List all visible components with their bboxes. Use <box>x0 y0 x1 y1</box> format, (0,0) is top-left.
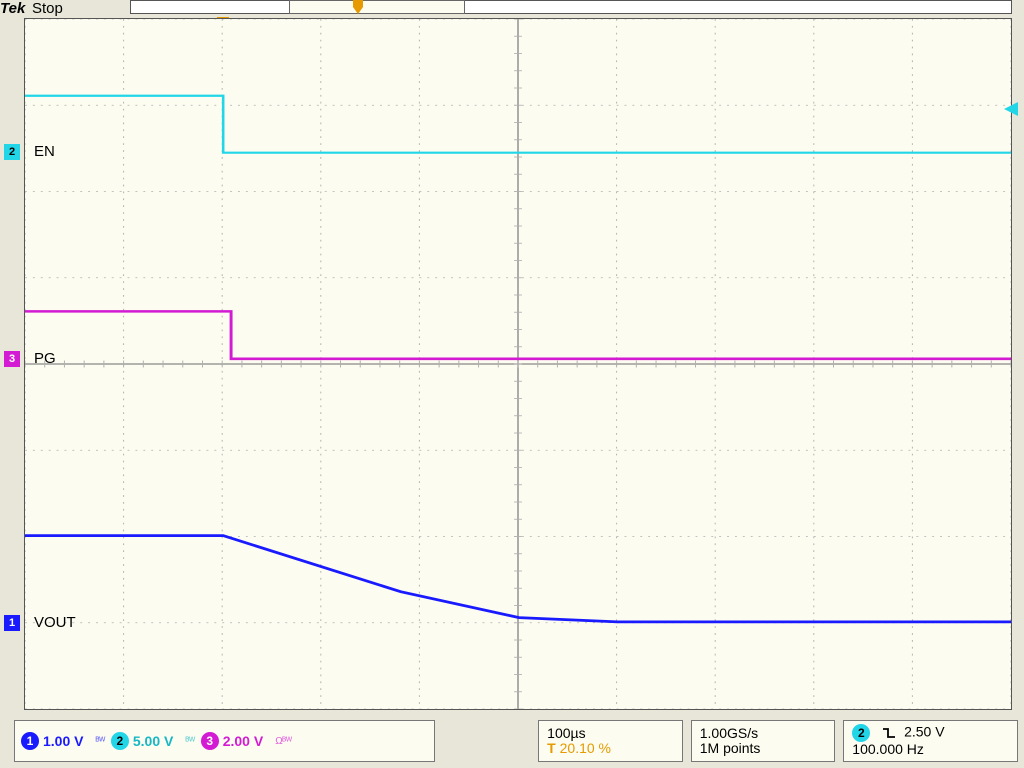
channel-marker-ch3: 3 <box>4 351 20 367</box>
top-bar: Tek Stop <box>0 0 1024 20</box>
scale-ch1: 1.00 V <box>43 733 83 749</box>
scale-ch2: 5.00 V <box>133 733 173 749</box>
timebase-panel: 100µs T 20.10 % <box>538 720 683 762</box>
falling-edge-icon <box>882 726 896 740</box>
waveform-plot <box>25 19 1011 709</box>
bw-ch3: Ωᴮᵂ <box>275 736 291 747</box>
timeline-trigger-flag-icon <box>351 0 365 14</box>
timebase-delay: 20.10 % <box>560 740 611 756</box>
sample-rate: 1.00GS/s <box>700 726 758 741</box>
channel-idx: 3 <box>9 353 15 365</box>
timeline-window <box>289 0 465 14</box>
channel-marker-ch1: 1 <box>4 615 20 631</box>
timeline-overview <box>130 0 1012 14</box>
trigger-level: 2.50 V <box>904 724 944 740</box>
channel-label-en: EN <box>34 143 55 160</box>
oscilloscope-capture: Tek Stop T 2 EN 3 PG 1 VOUT 1 1.00 V ᴮᵂ <box>0 0 1024 768</box>
channel-idx: 1 <box>9 617 15 629</box>
brand-logo: Tek <box>0 0 25 17</box>
pill-ch3: 3 <box>201 732 219 750</box>
trigger-panel: 2 2.50 V 100.000 Hz <box>843 720 1018 762</box>
channel-scales-panel: 1 1.00 V ᴮᵂ 2 5.00 V ᴮᵂ 3 2.00 V Ωᴮᵂ <box>14 720 435 762</box>
spacer <box>443 720 530 762</box>
channel-label-vout: VOUT <box>34 614 76 631</box>
pill-ch1: 1 <box>21 732 39 750</box>
trig-source-pill: 2 <box>852 724 870 742</box>
trigger-freq: 100.000 Hz <box>852 742 924 757</box>
waveform-graticule <box>24 18 1012 710</box>
run-state: Stop <box>32 0 63 17</box>
record-length: 1M points <box>700 741 761 756</box>
bw-ch1: ᴮᵂ <box>95 736 104 747</box>
bw-ch2: ᴮᵂ <box>185 736 194 747</box>
timebase-per-div: 100µs <box>547 726 585 741</box>
readout-bar: 1 1.00 V ᴮᵂ 2 5.00 V ᴮᵂ 3 2.00 V Ωᴮᵂ 100… <box>14 718 1018 762</box>
scale-ch3: 2.00 V <box>223 733 263 749</box>
channel-idx: 2 <box>9 146 15 158</box>
channel-label-pg: PG <box>34 350 56 367</box>
channel-marker-ch2: 2 <box>4 144 20 160</box>
acquisition-panel: 1.00GS/s 1M points <box>691 720 836 762</box>
pill-ch2: 2 <box>111 732 129 750</box>
trigger-level-arrow-icon <box>1004 102 1018 116</box>
